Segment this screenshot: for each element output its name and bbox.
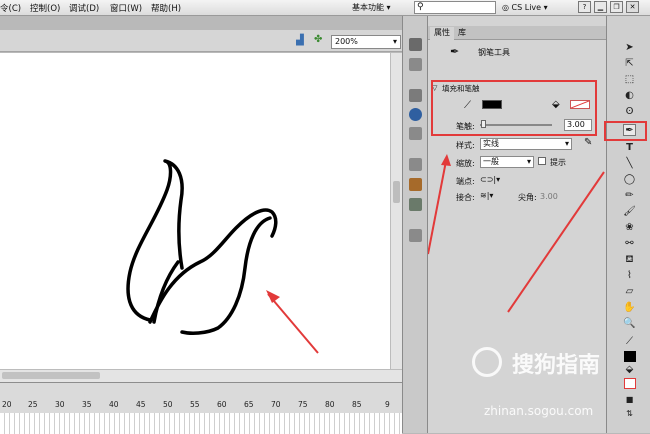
tools-panel: ➤ ⇱ ⬚ ◐ ʘ ✒ T ╲ ◯ ✏ 🖌 ❀ ⚯ ⛾ ⌇ ▱ ✋ 🔍 ⟋ ⬙ … — [604, 16, 650, 433]
chevron-down-icon: ▾ — [392, 37, 397, 46]
timeline-frames[interactable] — [0, 413, 402, 434]
watermark-url: zhinan.sogou.com — [484, 404, 594, 418]
tick-label: 80 — [325, 400, 335, 409]
default-colors-icon[interactable]: ■ — [623, 394, 636, 406]
cs-live-icon: ◎ — [502, 3, 509, 12]
tick-label: 60 — [217, 400, 227, 409]
menu-control[interactable]: 控制(O) — [30, 2, 60, 14]
zoom-select[interactable]: 200% ▾ — [331, 35, 401, 49]
tick-label: 70 — [271, 400, 281, 409]
scroll-thumb[interactable] — [393, 181, 400, 203]
tick-label: 20 — [2, 400, 12, 409]
cs-live-button[interactable]: ◎ CS Live ▾ — [502, 1, 548, 14]
close-icon: ✕ — [629, 3, 636, 11]
highlight-box — [604, 121, 647, 141]
tick-label: 40 — [109, 400, 119, 409]
hand-tool-icon[interactable]: ✋ — [623, 302, 636, 314]
workspace-label: 基本功能 — [352, 3, 384, 12]
minimize-icon: ▁ — [597, 3, 604, 11]
restore-icon: ❐ — [613, 3, 620, 11]
tick-label: 45 — [136, 400, 146, 409]
eraser-tool-icon[interactable]: ▱ — [623, 286, 636, 298]
menu-debug[interactable]: 调试(D) — [69, 2, 99, 14]
tick-label: 35 — [82, 400, 92, 409]
zoom-value: 200% — [335, 37, 358, 46]
free-transform-icon[interactable]: ⬚ — [623, 74, 636, 86]
timeline-panel: 20 25 30 35 40 45 50 55 60 65 70 75 80 8… — [0, 382, 402, 434]
stage-canvas[interactable] — [0, 53, 390, 369]
tick-label: 65 — [244, 400, 254, 409]
help-button[interactable]: ? — [578, 1, 591, 13]
minimize-button[interactable]: ▁ — [594, 1, 607, 13]
annotation-arrow — [267, 293, 319, 354]
stroke-color-swatch[interactable] — [624, 351, 636, 362]
fill-color-swatch[interactable] — [624, 378, 636, 389]
swatches-icon[interactable] — [409, 58, 422, 71]
annotation-arrow — [428, 160, 447, 255]
pencil-tool-icon[interactable]: ✏ — [623, 190, 636, 202]
cs-live-label: CS Live — [511, 3, 542, 12]
menu-help[interactable]: 帮助(H) — [151, 2, 181, 14]
swap-colors-icon[interactable]: ⇅ — [623, 408, 636, 420]
workspace-dropdown[interactable]: 基本功能 ▾ — [349, 1, 401, 14]
search-icon: ⚲ — [417, 2, 424, 12]
paint-bucket-icon[interactable]: ⛾ — [623, 254, 636, 266]
annotation-arrow — [507, 171, 605, 313]
menu-command[interactable]: 令(C) — [0, 2, 21, 14]
fill-color-icon: ⬙ — [625, 364, 634, 375]
help-icon: ? — [582, 3, 587, 11]
panel-dock — [402, 16, 428, 433]
3d-rotation-icon[interactable]: ◐ — [623, 90, 636, 102]
brush-tool-icon[interactable]: 🖌 — [623, 206, 636, 218]
tick-label: 50 — [163, 400, 173, 409]
watermark-text: 搜狗指南 — [512, 353, 601, 378]
tick-label: 25 — [28, 400, 38, 409]
vertical-scrollbar[interactable] — [390, 53, 402, 369]
align-icon[interactable] — [409, 89, 422, 102]
arrow-head — [266, 290, 280, 303]
edit-symbol-icon[interactable]: ✤ — [314, 34, 322, 45]
selection-tool-icon[interactable]: ➤ — [623, 42, 636, 54]
line-tool-icon[interactable]: ╲ — [623, 158, 636, 170]
restore-button[interactable]: ❐ — [610, 1, 623, 13]
eyedropper-icon[interactable]: ⌇ — [623, 270, 636, 282]
drawing — [126, 159, 319, 354]
deco-tool-icon[interactable]: ❀ — [623, 222, 636, 234]
menu-bar: 令(C) 控制(O) 调试(D) 窗口(W) 帮助(H) 基本功能 ▾ ⚲ ◎ … — [0, 0, 650, 16]
hscroll-thumb[interactable] — [2, 372, 100, 379]
code-snippets-icon[interactable] — [409, 158, 422, 171]
info-icon[interactable] — [409, 108, 422, 121]
bone-tool-icon[interactable]: ⚯ — [623, 238, 636, 250]
zoom-tool-icon[interactable]: 🔍 — [623, 318, 636, 330]
text-tool-icon[interactable]: T — [623, 142, 636, 154]
subselection-tool-icon[interactable]: ⇱ — [623, 58, 636, 70]
components-icon[interactable] — [409, 178, 422, 191]
tick-label: 30 — [55, 400, 65, 409]
watermark-logo — [472, 347, 502, 377]
tick-label: 9 — [385, 400, 390, 409]
stroke-left-neck — [126, 159, 184, 322]
horizontal-scrollbar[interactable] — [0, 369, 402, 382]
tick-label: 85 — [352, 400, 362, 409]
tick-label: 55 — [190, 400, 200, 409]
transform-icon[interactable] — [409, 127, 422, 140]
motion-presets-icon[interactable] — [409, 198, 422, 211]
properties-panel: 属性 库 ✒ 钢笔工具 ▽ 填充和笔触 ⟋ ⬙ 笔触: 3.00 样式: 实线 ▾… — [428, 16, 606, 433]
close-button[interactable]: ✕ — [626, 1, 639, 13]
color-icon[interactable] — [409, 38, 422, 51]
scene-icon[interactable] — [409, 229, 422, 242]
edit-scene-icon[interactable]: ▟ — [296, 35, 304, 46]
menu-window[interactable]: 窗口(W) — [110, 2, 142, 14]
arrow-head — [441, 154, 451, 166]
oval-tool-icon[interactable]: ◯ — [623, 174, 636, 186]
lasso-tool-icon[interactable]: ʘ — [623, 106, 636, 118]
stroke-right-body — [180, 216, 272, 335]
stroke-color-icon: ⟋ — [626, 336, 633, 347]
tick-label: 75 — [298, 400, 308, 409]
search-input[interactable]: ⚲ — [414, 1, 496, 14]
